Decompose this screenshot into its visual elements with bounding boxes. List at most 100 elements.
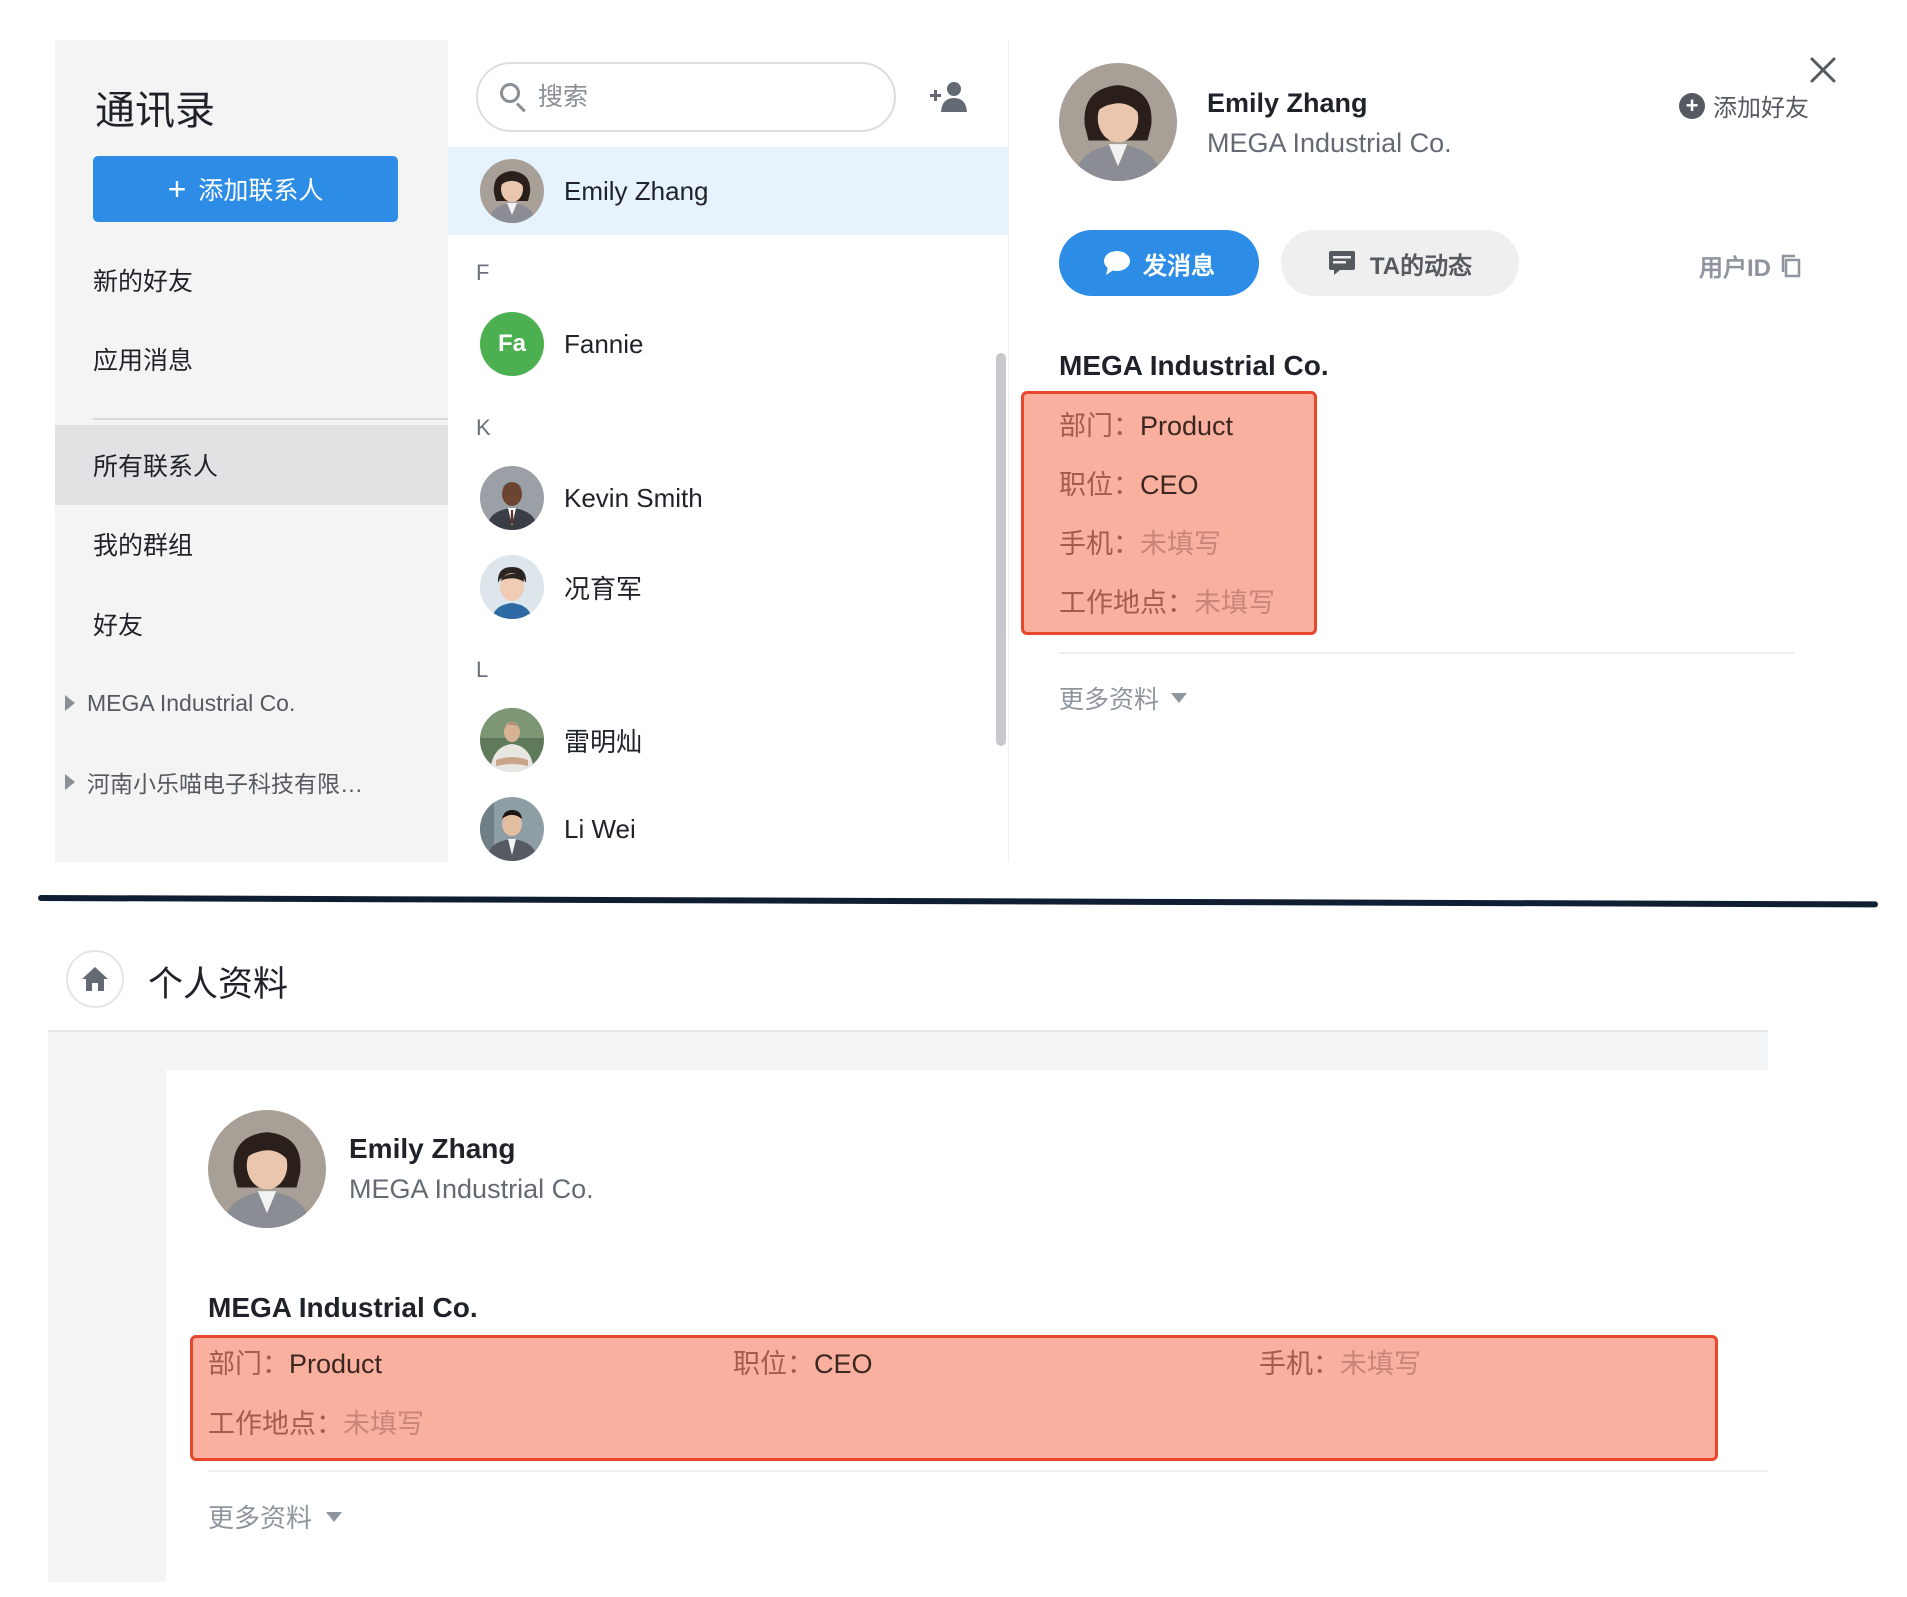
field-label: 手机： [1059, 529, 1140, 559]
sidebar-item-app-messages[interactable]: 应用消息 [55, 319, 448, 399]
section-separator [37, 895, 1878, 908]
detail-divider [1059, 652, 1794, 654]
moments-label: TA的动态 [1369, 252, 1473, 280]
field-value: CEO [1140, 470, 1199, 500]
field-label: 部门： [208, 1349, 289, 1379]
plus-icon: + [167, 171, 187, 207]
expand-arrow-icon [65, 695, 75, 711]
expand-arrow-icon [65, 774, 75, 790]
avatar [480, 797, 544, 861]
contact-row-kuang[interactable]: 况育军 [448, 543, 1008, 631]
field-value: CEO [814, 1349, 873, 1379]
add-contact-button[interactable]: + 添加联系人 [93, 156, 398, 222]
sidebar-item-all-contacts[interactable]: 所有联系人 [55, 425, 448, 505]
field-label: 部门： [1059, 411, 1140, 441]
field-value: 未填写 [1340, 1349, 1421, 1379]
contact-name: Li Wei [564, 813, 636, 844]
scrollbar[interactable] [996, 353, 1006, 746]
user-id-label: 用户ID [1699, 255, 1771, 282]
profile-company: MEGA Industrial Co. [349, 1174, 594, 1204]
caret-down-icon [326, 1511, 343, 1522]
field-label: 工作地点： [208, 1409, 343, 1439]
home-icon [82, 967, 108, 991]
info-position: 职位：CEO [733, 1342, 873, 1381]
copy-icon [1781, 254, 1801, 277]
org-name: MEGA Industrial Co. [1059, 350, 1329, 381]
search-box[interactable] [476, 62, 896, 132]
sidebar-group-mega[interactable]: MEGA Industrial Co. [65, 668, 448, 738]
more-info-label: 更多资料 [208, 1503, 313, 1533]
sidebar-divider [93, 418, 448, 420]
contact-row-kevin-smith[interactable]: Kevin Smith [448, 454, 1008, 542]
page-header: 个人资料 [48, 930, 1768, 1030]
contact-row-lei[interactable]: 雷明灿 [448, 696, 1008, 784]
info-department: 部门：Product [208, 1342, 382, 1381]
comment-icon [1328, 251, 1355, 275]
info-mobile: 手机：未填写 [1059, 522, 1221, 561]
field-value: 未填写 [1140, 529, 1221, 559]
field-label: 职位： [733, 1349, 814, 1379]
org-name: MEGA Industrial Co. [208, 1292, 478, 1323]
field-value: 未填写 [343, 1409, 424, 1439]
profile-avatar [208, 1110, 326, 1228]
caret-down-icon [1171, 693, 1188, 703]
contact-row-fannie[interactable]: Fa Fannie [448, 300, 1008, 388]
info-department: 部门：Product [1059, 404, 1233, 443]
info-highlight-box: 部门：Product 职位：CEO 手机：未填写 工作地点：未填写 [190, 1335, 1718, 1461]
info-highlight-box: 部门：Product 职位：CEO 手机：未填写 工作地点：未填写 [1021, 391, 1317, 635]
info-work-location: 工作地点：未填写 [208, 1402, 424, 1441]
close-icon[interactable] [1809, 56, 1837, 84]
contact-row-emily-zhang[interactable]: Emily Zhang [448, 147, 1008, 235]
sidebar-item-my-groups[interactable]: 我的群组 [55, 504, 448, 584]
avatar [480, 555, 544, 619]
contact-name: Emily Zhang [564, 175, 709, 206]
sidebar-group-henan[interactable]: 河南小乐喵电子科技有限… [65, 747, 448, 817]
section-letter-f: F [476, 260, 490, 285]
contact-list-panel: Emily Zhang F Fa Fannie K Kevin Smith 况育… [448, 40, 1008, 862]
contact-name: 况育军 [564, 573, 643, 604]
profile-company: MEGA Industrial Co. [1207, 128, 1452, 158]
field-label: 工作地点： [1059, 588, 1194, 618]
profile-name: Emily Zhang [349, 1133, 516, 1164]
plus-circle-icon: + [1679, 92, 1705, 119]
more-info-toggle[interactable]: 更多资料 [208, 1498, 343, 1535]
sidebar-item-friends[interactable]: 好友 [55, 584, 448, 664]
search-input[interactable] [538, 82, 838, 112]
page-title: 个人资料 [148, 965, 289, 1004]
moments-button[interactable]: TA的动态 [1281, 230, 1519, 296]
sidebar-item-new-friends[interactable]: 新的好友 [55, 240, 448, 320]
field-label: 职位： [1059, 470, 1140, 500]
add-friend-button[interactable]: + 添加好友 [1679, 88, 1809, 123]
more-info-toggle[interactable]: 更多资料 [1059, 680, 1188, 716]
field-value: 未填写 [1194, 588, 1275, 618]
group-label: MEGA Industrial Co. [87, 689, 296, 716]
more-info-label: 更多资料 [1059, 686, 1160, 714]
avatar [480, 708, 544, 772]
contact-detail-panel: Emily Zhang MEGA Industrial Co. + 添加好友 发… [1008, 40, 1888, 862]
profile-avatar [1059, 63, 1177, 181]
info-position: 职位：CEO [1059, 463, 1199, 502]
profile-card: Emily Zhang MEGA Industrial Co. MEGA Ind… [166, 1070, 1768, 1582]
contact-name: 雷明灿 [564, 726, 643, 757]
send-message-button[interactable]: 发消息 [1059, 230, 1259, 296]
section-letter-k: K [476, 415, 491, 440]
user-id-button[interactable]: 用户ID [1699, 248, 1801, 283]
profile-name: Emily Zhang [1207, 88, 1368, 118]
add-user-icon[interactable] [928, 80, 970, 114]
avatar: Fa [480, 312, 544, 376]
info-mobile: 手机：未填写 [1259, 1342, 1421, 1381]
search-icon [500, 83, 528, 113]
contacts-sidebar: 通讯录 + 添加联系人 新的好友 应用消息 所有联系人 我的群组 好友 MEGA… [55, 40, 448, 862]
send-message-label: 发消息 [1143, 252, 1215, 280]
avatar [480, 159, 544, 223]
home-button[interactable] [66, 950, 124, 1008]
contact-name: Fannie [564, 328, 644, 359]
sidebar-title: 通讯录 [95, 89, 215, 133]
field-label: 手机： [1259, 1349, 1340, 1379]
field-value: Product [1140, 411, 1234, 441]
contact-name: Kevin Smith [564, 482, 703, 513]
card-divider [208, 1470, 1768, 1472]
contact-row-li-wei[interactable]: Li Wei [448, 785, 1008, 862]
chat-bubble-icon [1104, 251, 1130, 275]
add-friend-label: 添加好友 [1713, 95, 1809, 122]
